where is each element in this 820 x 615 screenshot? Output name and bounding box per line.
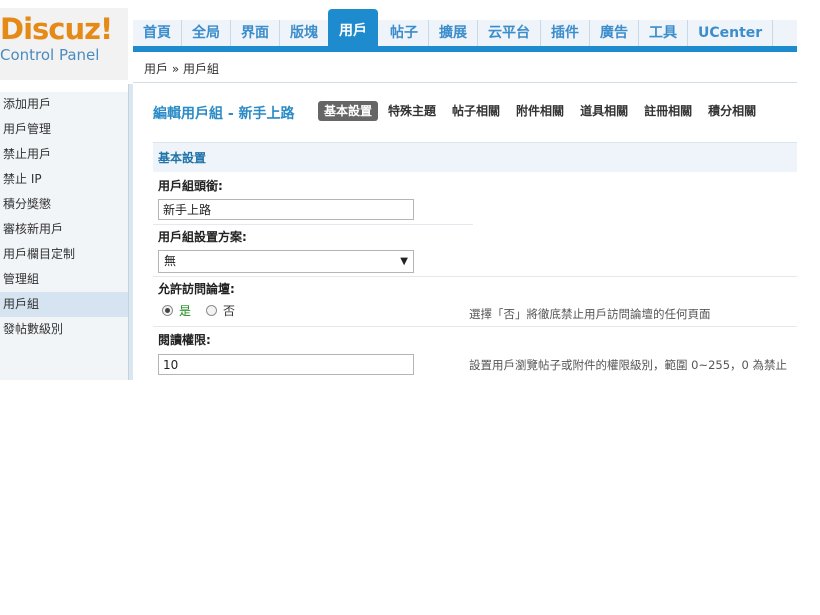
scheme-select[interactable]: 無 ▼	[158, 250, 414, 273]
sidebar: 添加用戶 用戶管理 禁止用戶 禁止 IP 積分獎懲 審核新用戶 用戶欄目定制 管…	[0, 92, 128, 380]
logo-subtitle: Control Panel	[0, 46, 100, 64]
nav-item-home[interactable]: 首頁	[133, 20, 182, 46]
title-row: 編輯用戶組 - 新手上路 基本設置 特殊主題 帖子相關 附件相關 道具相關 註冊…	[140, 90, 797, 136]
sidebar-divider	[128, 84, 133, 380]
tab-post-settings[interactable]: 帖子相關	[446, 101, 506, 121]
nav-item-extensions[interactable]: 擴展	[429, 20, 478, 46]
logo-brand: Discuz!	[0, 12, 113, 46]
allow-visit-radio-group: 是 否	[162, 302, 250, 318]
row-divider	[153, 276, 797, 277]
nav-item-forums[interactable]: 版塊	[280, 20, 329, 46]
sidebar-item-user-management[interactable]: 用戶管理	[0, 117, 128, 142]
tab-basic-settings[interactable]: 基本設置	[318, 101, 379, 121]
allow-visit-no-radio[interactable]	[206, 304, 218, 316]
row-divider	[153, 224, 473, 225]
nav-item-plugins[interactable]: 插件	[541, 20, 590, 46]
tab-bar: 基本設置 特殊主題 帖子相關 附件相關 道具相關 註冊相關 積分相關	[318, 101, 766, 121]
nav-underline	[133, 46, 797, 52]
allow-visit-hint: 選擇「否」將徹底禁止用戶訪問論壇的任何頁面	[469, 307, 711, 321]
sidebar-item-post-levels[interactable]: 發帖數級別	[0, 317, 128, 342]
allow-visit-yes-radio[interactable]	[162, 304, 173, 316]
scheme-selected-value: 無	[164, 254, 177, 268]
allow-visit-yes-label[interactable]: 是	[179, 302, 191, 319]
read-access-label: 閱讀權限:	[158, 333, 211, 347]
nav-item-ucenter[interactable]: UCenter	[688, 20, 774, 46]
nav-item-ads[interactable]: 廣告	[590, 20, 639, 46]
nav-item-global[interactable]: 全局	[182, 20, 231, 46]
allow-visit-no-label[interactable]: 否	[223, 302, 235, 319]
nav-item-posts[interactable]: 帖子	[380, 20, 429, 46]
sidebar-item-credit-rewards[interactable]: 積分獎懲	[0, 192, 128, 217]
nav-item-tools[interactable]: 工具	[639, 20, 688, 46]
allow-visit-label: 允許訪問論壇:	[158, 282, 235, 296]
nav-item-interface[interactable]: 界面	[231, 20, 280, 46]
sidebar-item-add-user[interactable]: 添加用戶	[0, 92, 128, 117]
sidebar-item-ban-user[interactable]: 禁止用戶	[0, 142, 128, 167]
sidebar-item-moderate-new-users[interactable]: 審核新用戶	[0, 217, 128, 242]
logo[interactable]: Discuz! Control Panel	[0, 8, 128, 80]
read-access-hint: 設置用戶瀏覽帖子或附件的權限級別，範圍 0~255，0 為禁止	[469, 358, 788, 372]
tab-magic-settings[interactable]: 道具相關	[574, 101, 634, 121]
top-nav: 首頁 全局 界面 版塊 用戶 帖子 擴展 云平台 插件 廣告 工具 UCente…	[133, 9, 774, 46]
group-title-label: 用戶組頭銜:	[158, 179, 223, 193]
tab-credit-settings[interactable]: 積分相關	[702, 101, 762, 121]
tab-register-settings[interactable]: 註冊相關	[638, 101, 698, 121]
main-content: 編輯用戶組 - 新手上路 基本設置 特殊主題 帖子相關 附件相關 道具相關 註冊…	[140, 90, 797, 380]
dropdown-arrow-icon: ▼	[400, 256, 408, 267]
nav-item-cloud[interactable]: 云平台	[478, 20, 541, 46]
breadcrumb: 用戶 » 用戶組	[133, 55, 797, 83]
section-header: 基本設置	[153, 142, 797, 172]
group-title-input[interactable]	[158, 199, 414, 220]
row-divider	[153, 326, 797, 327]
nav-item-users[interactable]: 用戶	[328, 9, 378, 46]
page-title: 編輯用戶組 - 新手上路	[153, 106, 295, 122]
tab-special-threads[interactable]: 特殊主題	[382, 101, 442, 121]
read-access-input[interactable]	[158, 354, 414, 375]
tab-attachment-settings[interactable]: 附件相關	[510, 101, 570, 121]
sidebar-item-admin-groups[interactable]: 管理組	[0, 267, 128, 292]
scheme-label: 用戶組設置方案:	[158, 230, 247, 244]
header: Discuz! Control Panel 首頁 全局 界面 版塊 用戶 帖子 …	[0, 0, 797, 84]
radio-selected-dot	[165, 307, 170, 313]
sidebar-item-ban-ip[interactable]: 禁止 IP	[0, 167, 128, 192]
app-window: Discuz! Control Panel 首頁 全局 界面 版塊 用戶 帖子 …	[0, 0, 797, 380]
sidebar-item-profile-fields[interactable]: 用戶欄目定制	[0, 242, 128, 267]
sidebar-item-user-groups[interactable]: 用戶組	[0, 292, 128, 317]
